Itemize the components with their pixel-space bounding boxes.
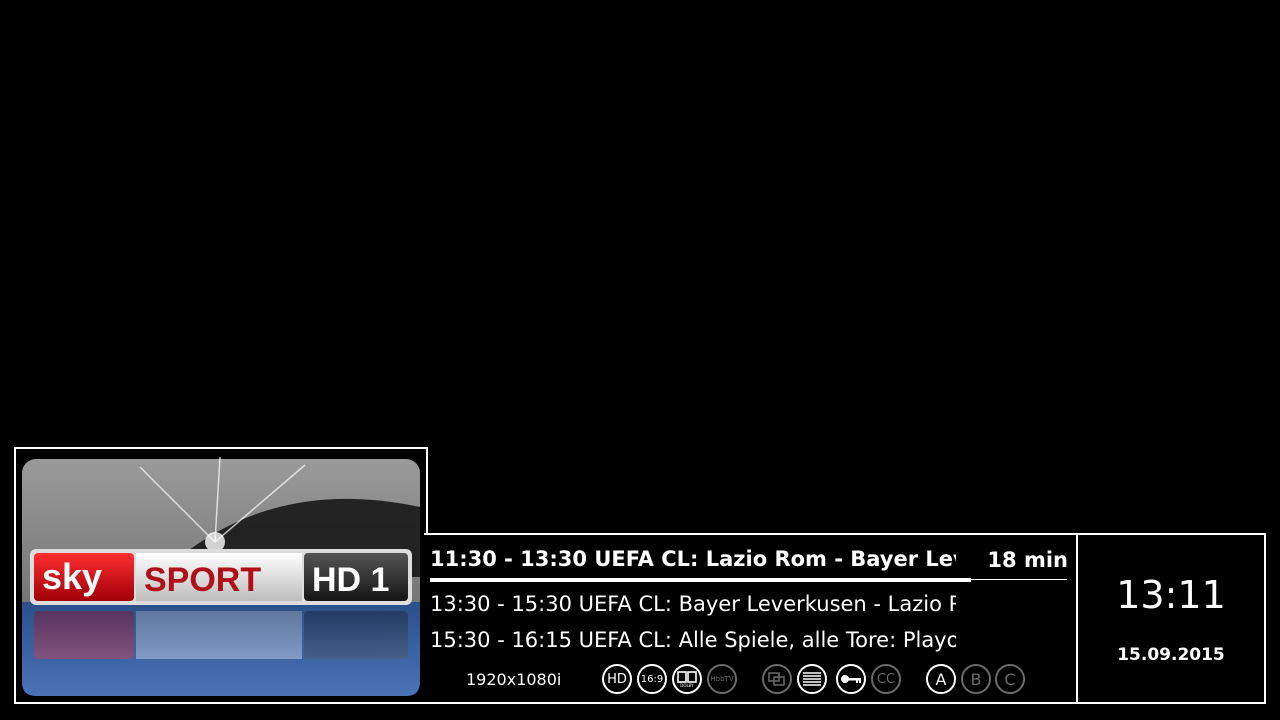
clock-date: 15.09.2015	[1117, 645, 1225, 665]
video-resolution: 1920x1080i	[466, 670, 562, 689]
hbbtv-icon: HbbTV	[707, 664, 737, 694]
tuner-c-icon: C	[995, 664, 1025, 694]
channel-logo-panel: sky SPORT HD 1	[14, 447, 428, 704]
teletext-icon	[797, 664, 827, 694]
clock-time: 13:11	[1116, 573, 1226, 617]
following-program: 15:30 - 16:15 UEFA CL: Alle Spiele, alle…	[430, 628, 956, 652]
sky-sport-hd1-logo: sky SPORT HD 1	[22, 457, 420, 696]
clock-panel: 13:11 15.09.2015	[1076, 533, 1266, 704]
tuner-b-icon: B	[961, 664, 991, 694]
epg-panel: 11:30 - 13:30 UEFA CL: Lazio Rom - Bayer…	[424, 533, 1078, 704]
progress-bar	[430, 578, 971, 582]
tuner-a-icon: A	[926, 664, 956, 694]
key-icon	[836, 664, 866, 694]
current-program: 11:30 - 13:30 UEFA CL: Lazio Rom - Bayer…	[430, 547, 956, 571]
cc-icon: CC	[871, 664, 901, 694]
svg-text:DOLBY: DOLBY	[680, 683, 694, 688]
remaining-time: 18 min	[987, 548, 1068, 572]
dolby-symbol: DOLBY	[677, 671, 697, 688]
next-program: 13:30 - 15:30 UEFA CL: Bayer Leverkusen …	[430, 592, 956, 616]
hd-icon: HD	[602, 664, 632, 694]
multiscreen-icon	[762, 664, 792, 694]
logo-sky-text: sky	[42, 556, 102, 597]
dolby-icon: DOLBY	[672, 664, 702, 694]
logo-sport-text: SPORT	[144, 561, 261, 599]
logo-hd1-text: HD 1	[312, 561, 389, 599]
aspect-16-9-icon: 16:9	[637, 664, 667, 694]
